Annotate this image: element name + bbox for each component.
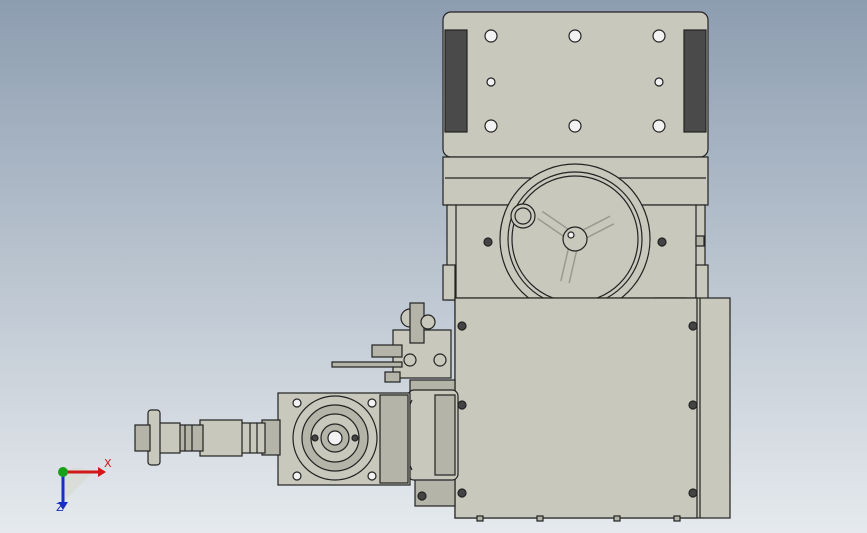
input-shaft[interactable] <box>134 409 281 466</box>
assembly-model[interactable] <box>0 0 867 533</box>
side-bolt <box>695 235 705 247</box>
handwheel[interactable] <box>499 163 651 315</box>
gearbox-housing[interactable] <box>454 297 731 522</box>
right-rubber-pad <box>683 29 707 133</box>
coupling-ring[interactable] <box>403 389 459 481</box>
y-axis-dot <box>58 467 68 477</box>
x-axis-label: X <box>104 457 112 470</box>
top-mounting-plate[interactable] <box>442 11 709 158</box>
left-rubber-pad <box>444 29 468 133</box>
cad-graphics-viewport[interactable]: X Y Z <box>0 0 867 533</box>
right-angle-reducer[interactable] <box>277 392 411 486</box>
z-axis-label: Z <box>56 501 64 514</box>
orientation-triad[interactable]: X Y Z <box>48 452 118 517</box>
